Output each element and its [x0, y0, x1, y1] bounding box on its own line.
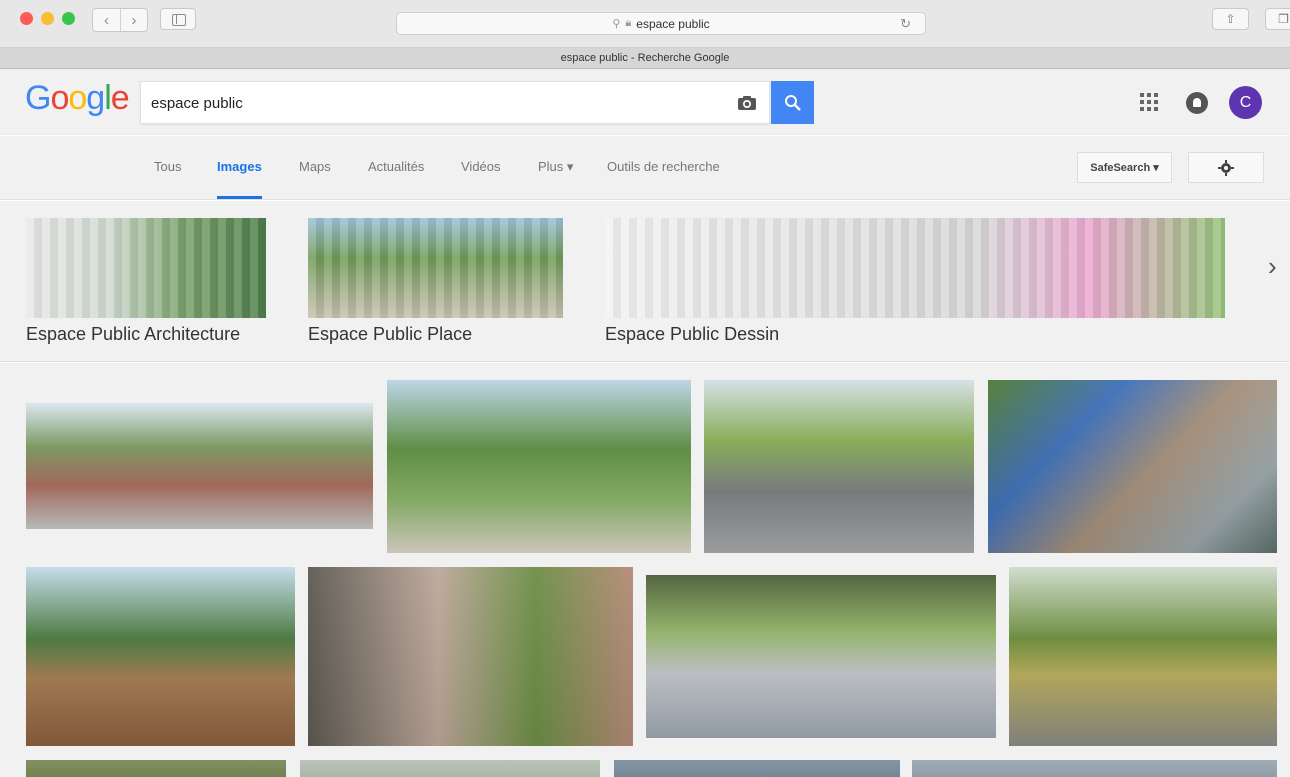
- forward-icon[interactable]: ›: [120, 9, 147, 31]
- search-button[interactable]: [771, 81, 814, 124]
- notifications-icon[interactable]: [1186, 92, 1208, 114]
- image-result[interactable]: [646, 575, 996, 738]
- tab-title[interactable]: espace public - Recherche Google: [0, 48, 1290, 69]
- camera-icon[interactable]: [737, 95, 757, 111]
- history-buttons: ‹ ›: [92, 8, 148, 32]
- search-icon: [784, 94, 801, 111]
- browser-toolbar: ‹ › ⚲ 🔒︎ espace public ↻ ⇧ ❐: [0, 0, 1290, 48]
- minimize-window-button[interactable]: [41, 12, 54, 25]
- image-result-partial[interactable]: [300, 760, 600, 777]
- logo-letter: o: [68, 79, 87, 117]
- search-icon: ⚲: [612, 18, 621, 30]
- image-result-partial[interactable]: [26, 760, 286, 777]
- safesearch-dropdown[interactable]: SafeSearch ▾: [1077, 152, 1172, 183]
- related-label: Espace Public Dessin: [605, 324, 780, 344]
- related-search-architecture[interactable]: Espace Public Architecture: [26, 218, 266, 345]
- related-search-place[interactable]: Espace Public Place: [308, 218, 563, 345]
- related-search-dessin[interactable]: Espace Public Dessin: [605, 218, 1225, 345]
- logo-letter: o: [50, 79, 69, 117]
- image-result-partial[interactable]: [912, 760, 1277, 777]
- search-box: [140, 81, 770, 124]
- image-result[interactable]: [704, 380, 974, 553]
- settings-button[interactable]: [1188, 152, 1264, 183]
- tab-more[interactable]: Plus ▾: [538, 159, 573, 175]
- zoom-window-button[interactable]: [62, 12, 75, 25]
- reload-icon[interactable]: ↻: [900, 16, 911, 32]
- logo-letter: g: [86, 79, 105, 117]
- image-result[interactable]: [26, 403, 373, 529]
- logo-letter: e: [110, 79, 130, 117]
- related-searches: Espace Public Architecture Espace Public…: [0, 201, 1290, 362]
- tab-news[interactable]: Actualités: [368, 159, 424, 174]
- tabs-overview-icon[interactable]: ❐: [1265, 8, 1290, 30]
- back-icon[interactable]: ‹: [93, 9, 120, 31]
- apps-grid-icon[interactable]: [1140, 93, 1158, 111]
- image-result[interactable]: [26, 567, 295, 746]
- search-tools-tab[interactable]: Outils de recherche: [607, 159, 720, 174]
- tab-videos[interactable]: Vidéos: [461, 159, 501, 174]
- search-input[interactable]: [151, 92, 711, 114]
- related-thumbnail: [26, 218, 266, 318]
- tab-maps[interactable]: Maps: [299, 159, 331, 174]
- image-result-partial[interactable]: [614, 760, 900, 777]
- share-icon[interactable]: ⇧: [1212, 8, 1249, 30]
- avatar[interactable]: C: [1229, 86, 1262, 119]
- related-label: Espace Public Place: [308, 324, 473, 344]
- related-label: Espace Public Architecture: [26, 324, 241, 344]
- window-controls: [20, 12, 75, 25]
- lock-icon: 🔒︎: [625, 17, 632, 29]
- address-text: espace public: [636, 16, 710, 31]
- related-next-button[interactable]: ›: [1264, 217, 1290, 317]
- google-logo[interactable]: Google: [25, 79, 130, 118]
- image-results: [0, 363, 1290, 777]
- related-thumbnail: [308, 218, 563, 318]
- tab-all[interactable]: Tous: [154, 159, 181, 174]
- gear-icon: [1218, 159, 1234, 176]
- chevron-right-icon: ›: [1268, 251, 1277, 281]
- close-window-button[interactable]: [20, 12, 33, 25]
- image-result[interactable]: [988, 380, 1277, 553]
- address-bar[interactable]: ⚲ 🔒︎ espace public ↻: [396, 12, 926, 35]
- image-result[interactable]: [387, 380, 691, 553]
- related-thumbnail: [605, 218, 1225, 318]
- image-result[interactable]: [1009, 567, 1277, 746]
- logo-letter: G: [25, 79, 51, 117]
- google-header: Google C: [0, 69, 1290, 135]
- sidebar-toggle-icon[interactable]: [160, 8, 196, 30]
- image-result[interactable]: [308, 567, 633, 746]
- search-tabs: Tous Images Maps Actualités Vidéos Plus …: [0, 136, 1290, 200]
- tab-images[interactable]: Images: [217, 159, 262, 199]
